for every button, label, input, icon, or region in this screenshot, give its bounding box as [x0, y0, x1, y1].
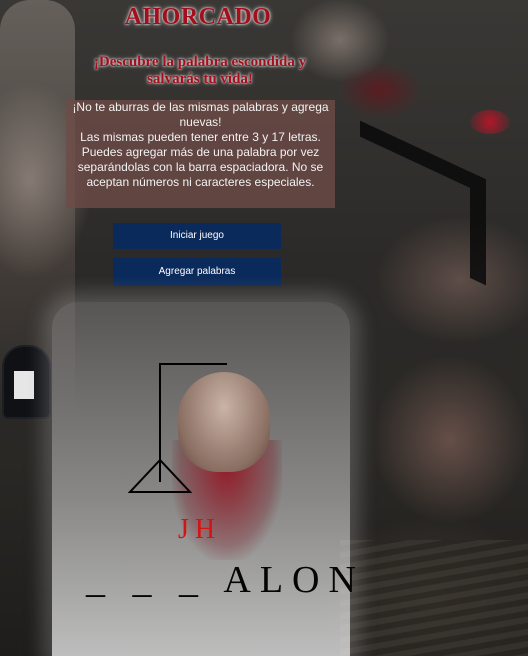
hidden-word: _ _ _ ALON	[86, 559, 365, 601]
page-title: AHORCADO	[124, 4, 272, 30]
add-words-button[interactable]: Agregar palabras	[113, 258, 281, 286]
instructions-line-1: ¡No te aburras de las mismas palabras y …	[72, 100, 329, 129]
gallows-drawing	[128, 363, 227, 493]
floor-decoration	[340, 540, 528, 656]
instructions-line-2: Las mismas pueden tener entre 3 y 17 let…	[77, 130, 324, 189]
lamp-decoration	[2, 345, 51, 419]
page-subtitle: ¡Descubre la palabra escondida y salvará…	[93, 54, 307, 87]
start-game-button[interactable]: Iniciar juego	[113, 223, 281, 249]
rose-petals-decoration	[470, 110, 510, 134]
instructions-box: ¡No te aburras de las mismas palabras y …	[66, 100, 335, 208]
gallows-frame	[159, 363, 227, 482]
wrong-letters: JH	[178, 514, 222, 545]
